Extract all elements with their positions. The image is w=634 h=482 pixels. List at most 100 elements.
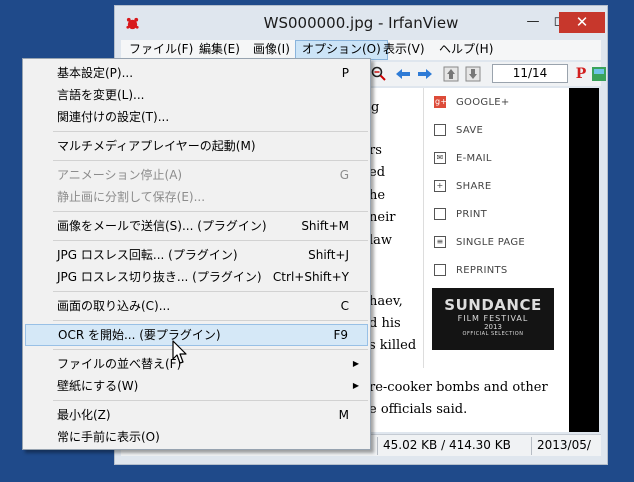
- menu-edit[interactable]: 編集(E): [193, 40, 246, 60]
- ad-line: FILM FESTIVAL: [457, 314, 529, 323]
- share-label: PRINT: [456, 209, 488, 220]
- menu-item-label: 静止画に分割して保存(E)...: [57, 190, 206, 204]
- menu-item-label: 画像をメールで送信(S)... (プラグイン): [57, 219, 267, 233]
- menu-separator: [53, 131, 368, 132]
- article-line: he: [369, 188, 386, 203]
- menu-options[interactable]: オプション(O): [295, 40, 388, 60]
- share-save[interactable]: SAVE: [434, 124, 483, 140]
- page-down-icon[interactable]: [465, 66, 481, 82]
- google-plus-icon: g+: [434, 96, 448, 108]
- menu-item-jpg-crop[interactable]: JPG ロスレス切り抜き... (プラグイン) Ctrl+Shift+Y: [25, 266, 368, 288]
- menu-item-label: 基本設定(P)...: [57, 66, 134, 80]
- menu-view[interactable]: 表示(V): [377, 40, 431, 60]
- page-up-icon[interactable]: [443, 66, 459, 82]
- menu-separator: [53, 211, 368, 212]
- share-label: GOOGLE+: [456, 97, 510, 108]
- menu-item-always-on-top[interactable]: 常に手前に表示(O): [25, 426, 368, 448]
- menu-separator: [53, 400, 368, 401]
- image-edge: [569, 88, 599, 432]
- article-line: g: [371, 100, 380, 115]
- mail-icon: ✉: [434, 152, 446, 164]
- menu-separator: [53, 349, 368, 350]
- menu-item-label: 関連付けの設定(T)...: [57, 110, 170, 124]
- menu-item-screen-capture[interactable]: 画面の取り込み(C)... C: [25, 295, 368, 317]
- menu-item-shortcut: Shift+M: [301, 219, 349, 233]
- menu-item-associations[interactable]: 関連付けの設定(T)...: [25, 106, 368, 128]
- menu-item-wallpaper[interactable]: 壁紙にする(W) ▶: [25, 375, 368, 397]
- title-bar[interactable]: WS000000.jpg - IrfanView — ◻ ✕: [115, 6, 607, 38]
- menu-item-label: 常に手前に表示(O): [57, 430, 160, 444]
- menu-item-jpg-rotate[interactable]: JPG ロスレス回転... (プラグイン) Shift+J: [25, 244, 368, 266]
- menu-item-shortcut: P: [341, 66, 349, 80]
- submenu-arrow-icon: ▶: [352, 359, 359, 368]
- previous-arrow-icon[interactable]: [395, 66, 411, 82]
- menu-item-send-email[interactable]: 画像をメールで送信(S)... (プラグイン) Shift+M: [25, 215, 368, 237]
- share-google-plus[interactable]: g+ GOOGLE+: [434, 96, 510, 112]
- share-print[interactable]: PRINT: [434, 208, 487, 224]
- menu-item-language[interactable]: 言語を変更(L)...: [25, 84, 368, 106]
- menu-separator: [53, 320, 368, 321]
- share-label: SAVE: [456, 125, 484, 136]
- menu-item-shortcut: M: [338, 408, 349, 422]
- menu-item-split-save: 静止画に分割して保存(E)...: [25, 186, 368, 208]
- share-single-page[interactable]: ≡ SINGLE PAGE: [434, 236, 525, 252]
- article-line: ed: [369, 165, 386, 180]
- ad-line: 2013: [484, 323, 502, 331]
- share-label: SHARE: [456, 181, 492, 192]
- menu-item-minimize[interactable]: 最小化(Z) M: [25, 404, 368, 426]
- menu-item-label: アニメーション停止(A): [57, 168, 183, 182]
- menu-item-label: 画面の取り込み(C)...: [57, 299, 171, 313]
- menu-item-settings[interactable]: 基本設定(P)... P: [25, 62, 368, 84]
- article-line: d his: [369, 316, 401, 331]
- article-line: neir: [369, 210, 396, 225]
- menu-item-multimedia-player[interactable]: マルチメディアプレイヤーの起動(M): [25, 135, 368, 157]
- page-counter[interactable]: 11/14: [492, 64, 568, 83]
- share-label: REPRINTS: [456, 265, 508, 276]
- menu-item-label: 壁紙にする(W): [57, 379, 139, 393]
- sundance-ad[interactable]: SUNDANCE FILM FESTIVAL 2013 OFFICIAL SEL…: [432, 288, 554, 350]
- article-line: e officials said.: [369, 402, 468, 417]
- minimize-button[interactable]: —: [519, 12, 547, 33]
- zoom-icon[interactable]: [371, 66, 387, 82]
- menu-item-label: JPG ロスレス回転... (プラグイン): [57, 248, 238, 262]
- menu-item-label: ファイルの並べ替え(F): [57, 357, 182, 371]
- menu-item-shortcut: Ctrl+Shift+Y: [272, 270, 349, 284]
- share-email[interactable]: ✉ E-MAIL: [434, 152, 492, 168]
- share-reprints[interactable]: REPRINTS: [434, 264, 508, 280]
- menu-item-shortcut: G: [339, 168, 349, 182]
- menu-item-shortcut: Shift+J: [308, 248, 349, 262]
- menu-file[interactable]: ファイル(F): [123, 40, 199, 60]
- menu-item-stop-animation: アニメーション停止(A) G: [25, 164, 368, 186]
- menu-item-label: マルチメディアプレイヤーの起動(M): [57, 139, 256, 153]
- status-separator: [377, 437, 378, 455]
- menu-image[interactable]: 画像(I): [247, 40, 296, 60]
- mouse-cursor-icon: [172, 340, 187, 364]
- menu-item-label: 最小化(Z): [57, 408, 111, 422]
- article-line: re-cooker bombs and other: [369, 380, 548, 395]
- menu-help[interactable]: ヘルプ(H): [433, 40, 499, 60]
- page-icon: ≡: [434, 236, 446, 248]
- thumbnail-icon[interactable]: [591, 66, 607, 82]
- next-arrow-icon[interactable]: [417, 66, 433, 82]
- printer-icon: [434, 208, 446, 220]
- menu-separator: [53, 240, 368, 241]
- close-icon: ✕: [575, 13, 589, 31]
- status-file-size: 45.02 KB / 414.30 KB: [383, 438, 511, 452]
- article-line: s killed: [369, 338, 417, 353]
- share-share[interactable]: + SHARE: [434, 180, 491, 196]
- submenu-arrow-icon: ▶: [352, 381, 359, 390]
- close-button[interactable]: ✕: [559, 12, 605, 33]
- menu-item-ocr[interactable]: OCR を開始... (要プラグイン) F9: [25, 324, 368, 346]
- folder-icon: [434, 124, 446, 136]
- menu-bar: ファイル(F) 編集(E) 画像(I) オプション(O) 表示(V) ヘルプ(H…: [121, 40, 601, 60]
- p-icon[interactable]: P: [573, 66, 589, 82]
- reprints-icon: [434, 264, 446, 276]
- minimize-icon: —: [526, 14, 540, 29]
- menu-separator: [53, 291, 368, 292]
- menu-item-label: 言語を変更(L)...: [57, 88, 145, 102]
- status-separator: [531, 437, 532, 455]
- menu-item-label: JPG ロスレス切り抜き... (プラグイン): [57, 270, 262, 284]
- menu-item-sort-files[interactable]: ファイルの並べ替え(F) ▶: [25, 353, 368, 375]
- share-label: E-MAIL: [456, 153, 492, 164]
- article-line: haev,: [369, 294, 403, 309]
